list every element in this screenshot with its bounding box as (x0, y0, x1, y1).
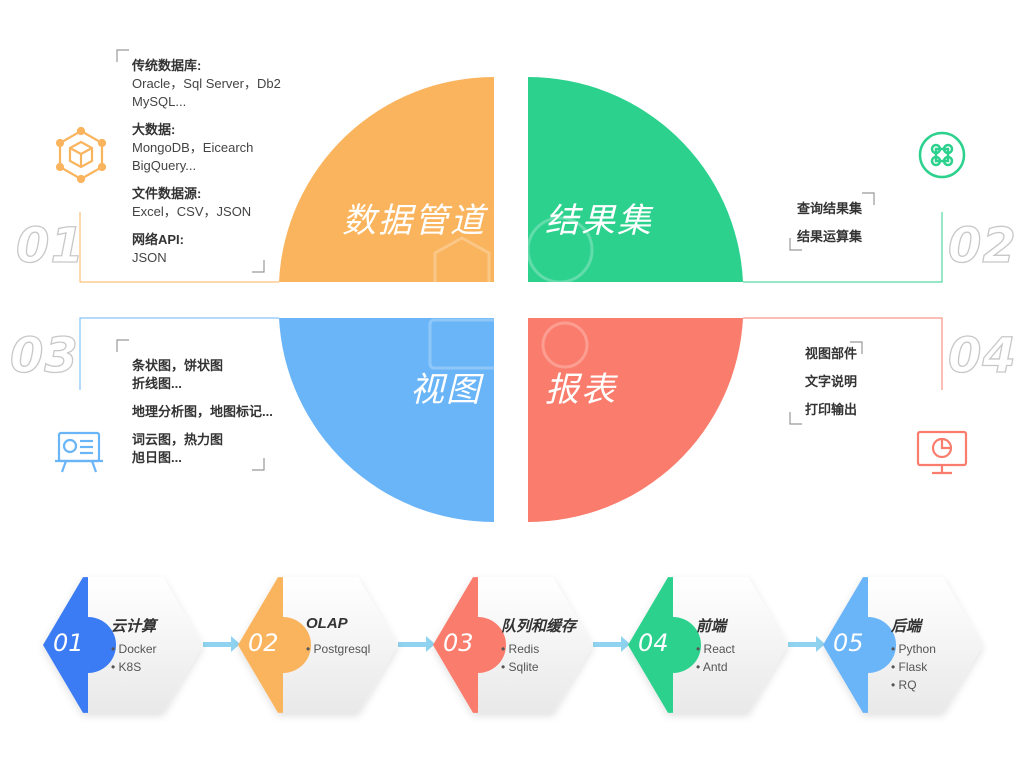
list-item: 视图部件 (805, 346, 858, 361)
hex-step-item: • Sqlite (501, 660, 539, 674)
quadrant-q1-title: 数据管道 (342, 201, 486, 241)
list-text: JSON (132, 250, 167, 265)
hex-step-title: 前端 (696, 618, 727, 635)
hex-step-item: • Flask (891, 660, 928, 674)
list-heading: 传统数据库: (132, 58, 202, 73)
cube-hexagon-icon (55, 126, 107, 184)
list-item: 大数据: MongoDB，Eicearch BigQuery... (132, 121, 281, 175)
arrow-icon (593, 636, 630, 652)
quadrant-q3-shape (279, 318, 494, 523)
list-item: 旭日图... (132, 450, 182, 465)
list-item: 传统数据库: Oracle，Sql Server，Db2 MySQL... (132, 57, 281, 111)
quadrant-q2-number: 02 (947, 217, 1017, 274)
arrow-icon (788, 636, 825, 652)
hex-step-item: • Docker (111, 642, 157, 656)
quadrant-q4-number: 04 (947, 327, 1017, 384)
hex-step-item: • Postgresql (306, 642, 371, 656)
hex-step-number: 05 (833, 629, 864, 657)
hex-step-number: 01 (53, 629, 84, 657)
hex-step-title: 队列和缓存 (501, 618, 577, 635)
hex-step-item: • RQ (891, 678, 917, 692)
hex-step-item: • React (696, 642, 735, 656)
quadrant-q3-title: 视图 (410, 370, 482, 410)
hex-step-title: 云计算 (111, 618, 157, 635)
arrow-icon (203, 636, 240, 652)
list-text: BigQuery... (132, 158, 197, 173)
hex-step-number: 03 (443, 629, 474, 657)
list-text: MySQL... (132, 94, 187, 109)
hex-step-item: • K8S (111, 660, 142, 674)
hex-step-item: • Python (891, 642, 936, 656)
quadrant-q4-title: 报表 (545, 370, 617, 410)
quadrant-q2-title: 结果集 (545, 201, 653, 241)
arrow-icon (398, 636, 435, 652)
quadrant-q1-shape (279, 76, 494, 283)
hex-step-number: 04 (638, 629, 669, 657)
q3-view-list: 条状图，饼状图 折线图... 地理分析图，地图标记... 词云图，热力图 旭日图… (132, 357, 273, 467)
list-item: 查询结果集 (797, 201, 863, 216)
list-item: 结果运算集 (797, 229, 863, 244)
quadrant-q2-shape (528, 76, 743, 282)
list-item: 文字说明 (805, 374, 858, 389)
list-heading: 文件数据源: (132, 186, 202, 201)
hex-step-item: • Redis (501, 642, 540, 656)
list-item: 文件数据源: Excel，CSV，JSON (132, 185, 281, 221)
monitor-chart-icon (916, 430, 968, 475)
list-text: Excel，CSV，JSON (132, 204, 252, 219)
quadrant-q3-number: 03 (9, 327, 79, 384)
list-heading: 大数据: (132, 122, 176, 137)
hex-step-title: 后端 (891, 618, 922, 635)
list-item: 地理分析图，地图标记... (132, 404, 273, 419)
q4-report-list: 视图部件 文字说明 打印输出 (805, 340, 857, 424)
list-item: 条状图，饼状图 (132, 358, 224, 373)
list-item: 打印输出 (805, 402, 858, 417)
hex-step-item: • Antd (696, 660, 728, 674)
list-item: 词云图，热力图 (132, 432, 224, 447)
list-text: Oracle，Sql Server，Db2 (132, 76, 281, 91)
q1-source-list: 传统数据库: Oracle，Sql Server，Db2 MySQL... 大数… (132, 57, 281, 277)
q2-result-list: 查询结果集 结果运算集 (797, 195, 862, 251)
command-icon (918, 131, 966, 179)
presentation-board-icon (55, 431, 103, 473)
hex-step-number: 02 (248, 629, 279, 657)
quadrant-q4-shape (528, 318, 743, 523)
hex-step-title: OLAP (306, 615, 348, 632)
list-item: 网络API: JSON (132, 231, 281, 267)
list-heading: 网络API: (132, 232, 185, 247)
quadrant-q1-number: 01 (15, 217, 85, 274)
list-item: 折线图... (132, 376, 182, 391)
list-text: MongoDB，Eicearch (132, 140, 254, 155)
